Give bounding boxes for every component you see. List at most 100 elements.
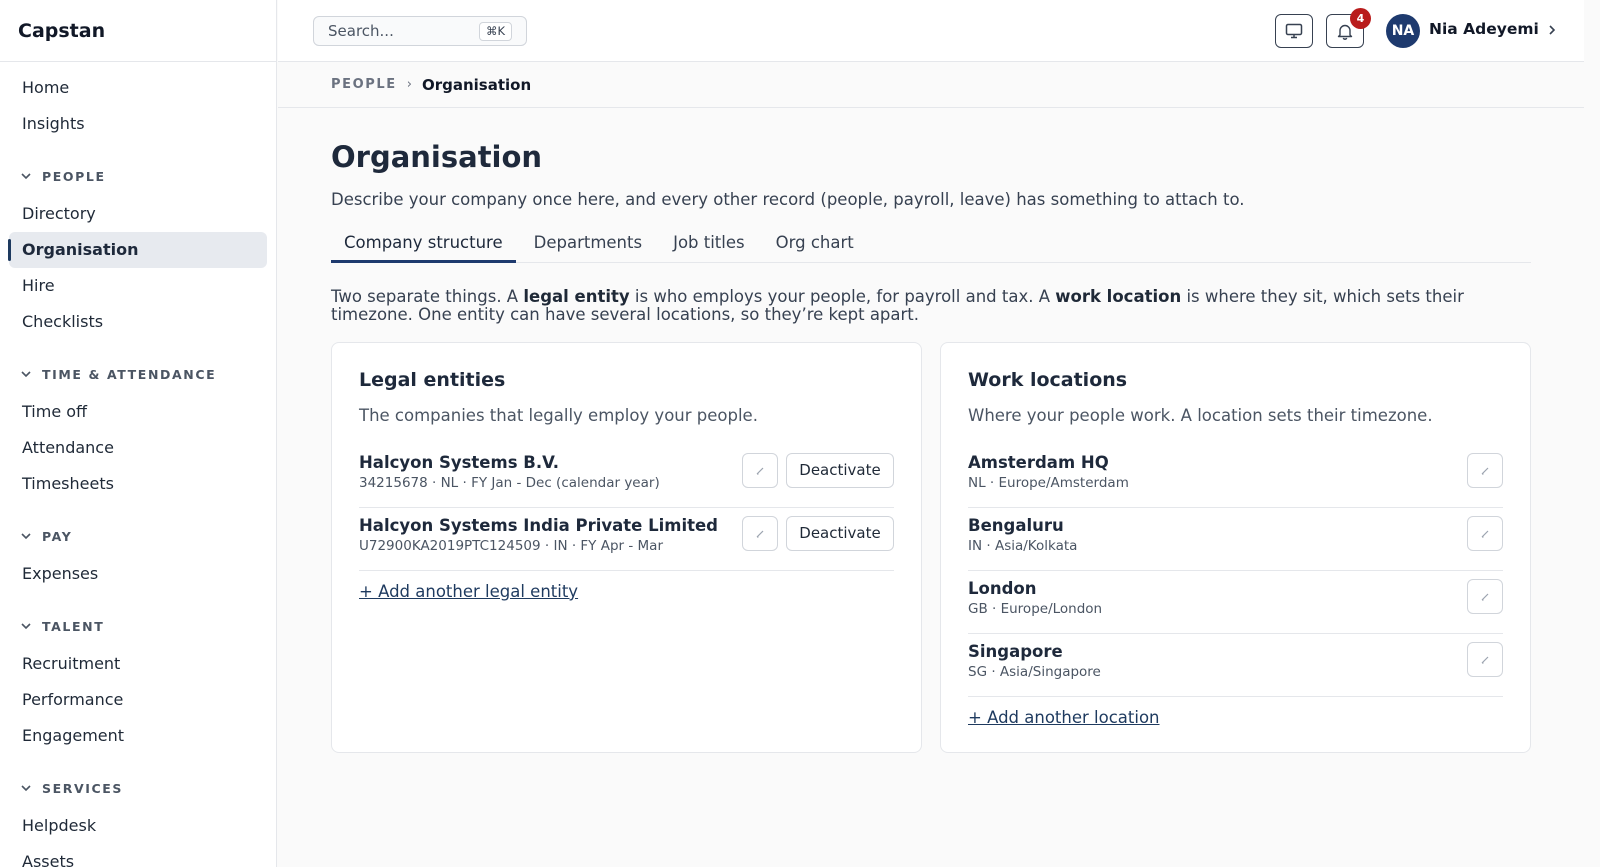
sidebar-group-label: PEOPLE [42, 168, 106, 184]
pencil-icon [1481, 467, 1489, 475]
edit-button[interactable] [1467, 642, 1503, 677]
display-button[interactable] [1275, 14, 1313, 48]
sidebar-item-hire[interactable]: Hire [9, 268, 267, 304]
chevron-right-icon[interactable] [1546, 23, 1558, 37]
intro-text: Two separate things. A legal entity is w… [331, 288, 1531, 324]
sidebar-group-label: PAY [42, 528, 73, 544]
list-item: London GB · Europe/London [968, 571, 1503, 634]
edit-button[interactable] [1467, 453, 1503, 488]
chevron-down-icon [21, 173, 31, 180]
legal-entities-card: Legal entities The companies that legall… [331, 342, 922, 753]
app-logo[interactable]: Capstan [0, 0, 276, 62]
card-subtitle: Where your people work. A location sets … [968, 406, 1433, 425]
legal-entity-list: Halcyon Systems B.V. 34215678 · NL · FY … [359, 445, 894, 601]
deactivate-button[interactable]: Deactivate [786, 516, 894, 551]
intro-text-part: Two separate things. A [331, 287, 524, 306]
sidebar-group-label: TIME & ATTENDANCE [42, 366, 217, 382]
edit-button[interactable] [742, 453, 778, 488]
legal-entity-name: Halcyon Systems India Private Limited [359, 516, 718, 535]
legal-entity-meta: 34215678 · NL · FY Jan - Dec (calendar y… [359, 475, 660, 491]
sidebar-item-home[interactable]: Home [9, 70, 267, 106]
sidebar-item-expenses[interactable]: Expenses [9, 556, 267, 592]
card-title: Work locations [968, 369, 1128, 391]
edit-button[interactable] [1467, 579, 1503, 614]
intro-text-part: is who employs your people, for payroll … [629, 287, 1056, 306]
chevron-down-icon [21, 371, 31, 378]
chevron-down-icon [21, 533, 31, 540]
work-locations-card: Work locations Where your people work. A… [940, 342, 1531, 753]
sidebar-item-engagement[interactable]: Engagement [9, 718, 267, 754]
tab-job-titles[interactable]: Job titles [660, 223, 758, 263]
pencil-icon [1481, 593, 1489, 601]
chevron-down-icon [21, 785, 31, 792]
sidebar-item-insights[interactable]: Insights [9, 106, 267, 142]
sidebar-item-timesheets[interactable]: Timesheets [9, 466, 267, 502]
location-name: London [968, 579, 1037, 598]
legal-entity-meta: U72900KA2019PTC124509 · IN · FY Apr - Ma… [359, 538, 664, 554]
search-placeholder: Search... [328, 22, 394, 40]
sidebar-item-attendance[interactable]: Attendance [9, 430, 267, 466]
sidebar-group-services[interactable]: SERVICES [9, 778, 267, 798]
location-name: Bengaluru [968, 516, 1064, 535]
sidebar-group-label: SERVICES [42, 780, 124, 796]
sidebar-item-recruitment[interactable]: Recruitment [9, 646, 267, 682]
pencil-icon [1481, 656, 1489, 664]
sidebar-item-assets[interactable]: Assets [9, 844, 267, 867]
card-title: Legal entities [359, 369, 506, 391]
sidebar-item-helpdesk[interactable]: Helpdesk [9, 808, 267, 844]
list-item: Halcyon Systems India Private Limited U7… [359, 508, 894, 571]
sidebar-item-checklists[interactable]: Checklists [9, 304, 267, 340]
monitor-icon [1285, 23, 1303, 39]
notifications-button[interactable]: 4 [1326, 8, 1371, 48]
avatar[interactable]: NA [1386, 14, 1420, 48]
sidebar-item-directory[interactable]: Directory [9, 196, 267, 232]
tab-departments[interactable]: Departments [521, 223, 655, 263]
page-description: Describe your company once here, and eve… [331, 190, 1245, 209]
bell-icon [1337, 24, 1353, 40]
sidebar-item-performance[interactable]: Performance [9, 682, 267, 718]
card-subtitle: The companies that legally employ your p… [359, 406, 758, 425]
tab-company-structure[interactable]: Company structure [331, 223, 516, 263]
edit-button[interactable] [1467, 516, 1503, 551]
sidebar-group-pay[interactable]: PAY [9, 526, 267, 546]
pencil-icon [1481, 530, 1489, 538]
list-item: Bengaluru IN · Asia/Kolkata [968, 508, 1503, 571]
legal-entity-name: Halcyon Systems B.V. [359, 453, 560, 472]
notification-count-badge: 4 [1350, 8, 1371, 29]
location-meta: IN · Asia/Kolkata [968, 538, 1078, 554]
work-location-list: Amsterdam HQ NL · Europe/Amsterdam Benga… [968, 445, 1503, 727]
list-item: Halcyon Systems B.V. 34215678 · NL · FY … [359, 445, 894, 508]
top-bar: Search... ⌘K 4 NA Nia Adeyemi [278, 0, 1584, 62]
breadcrumb-separator-icon: › [406, 77, 412, 92]
intro-term-work-location: work location [1055, 287, 1182, 306]
search-input[interactable]: Search... ⌘K [313, 16, 527, 46]
edit-button[interactable] [742, 516, 778, 551]
breadcrumb-current: Organisation [421, 75, 532, 94]
add-legal-entity-link[interactable]: + Add another legal entity [359, 582, 578, 601]
location-meta: NL · Europe/Amsterdam [968, 475, 1129, 491]
search-shortcut-hint: ⌘K [478, 22, 512, 41]
sidebar: Capstan Home Insights PEOPLE Directory O… [0, 0, 277, 867]
sidebar-item-organisation[interactable]: Organisation [8, 232, 267, 268]
pencil-icon [756, 467, 764, 475]
tab-org-chart[interactable]: Org chart [763, 223, 867, 263]
list-item: Singapore SG · Asia/Singapore [968, 634, 1503, 697]
deactivate-button[interactable]: Deactivate [786, 453, 894, 488]
sidebar-group-talent[interactable]: TALENT [9, 616, 267, 636]
location-name: Singapore [968, 642, 1063, 661]
add-location-link[interactable]: + Add another location [968, 708, 1160, 727]
breadcrumb: PEOPLE › Organisation [278, 62, 1584, 108]
user-name[interactable]: Nia Adeyemi [1429, 20, 1539, 38]
breadcrumb-parent[interactable]: PEOPLE [331, 77, 397, 92]
tab-bar: Company structure Departments Job titles… [331, 223, 1531, 263]
sidebar-item-time-off[interactable]: Time off [9, 394, 267, 430]
location-meta: GB · Europe/London [968, 601, 1103, 617]
intro-term-legal-entity: legal entity [523, 287, 630, 306]
page-title: Organisation [331, 140, 543, 174]
sidebar-nav: Home Insights PEOPLE Directory Organisat… [0, 62, 276, 867]
pencil-icon [756, 530, 764, 538]
list-item: Amsterdam HQ NL · Europe/Amsterdam [968, 445, 1503, 508]
sidebar-group-label: TALENT [42, 618, 105, 634]
sidebar-group-time-attendance[interactable]: TIME & ATTENDANCE [9, 364, 267, 384]
sidebar-group-people[interactable]: PEOPLE [9, 166, 267, 186]
